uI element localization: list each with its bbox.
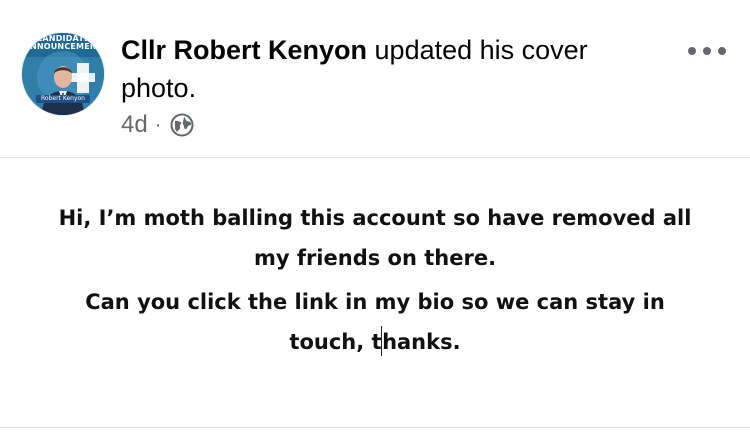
- cover-text-line: Can you click the link in my bio so we c…: [85, 290, 665, 314]
- more-dot-icon: [703, 47, 711, 55]
- post-header: CANDIDATE ANNOUNCEMENT Robert Kenyon Cll…: [0, 0, 750, 157]
- cover-paragraph-1: Hi, I’m moth balling this account so hav…: [0, 198, 750, 278]
- cover-text-line: touch, thanks.: [0, 322, 750, 362]
- cover-photo-image[interactable]: Hi, I’m moth balling this account so hav…: [0, 158, 750, 427]
- cover-paragraph-2: Can you click the link in my bio so we c…: [0, 282, 750, 362]
- more-dot-icon: [688, 47, 696, 55]
- post-headline: Cllr Robert Kenyon updated his cover pho…: [121, 31, 661, 107]
- divider: [0, 427, 750, 428]
- avatar-banner-text: CANDIDATE ANNOUNCEMENT: [23, 34, 103, 51]
- avatar[interactable]: CANDIDATE ANNOUNCEMENT Robert Kenyon: [22, 33, 104, 115]
- author-name-link[interactable]: Cllr Robert Kenyon: [121, 35, 367, 65]
- more-options-button[interactable]: [688, 41, 726, 61]
- cover-text-line: Hi, I’m moth balling this account so hav…: [58, 206, 692, 230]
- globe-icon[interactable]: [170, 113, 194, 137]
- meta-separator: ·: [154, 113, 162, 136]
- cover-text-fragment: touch, t: [289, 330, 382, 354]
- post-meta: 4d ·: [121, 110, 194, 140]
- more-dot-icon: [718, 47, 726, 55]
- cover-text-fragment: hanks.: [382, 330, 461, 354]
- avatar-name-tag: Robert Kenyon: [36, 95, 90, 103]
- cover-text-line: my friends on there.: [253, 246, 497, 270]
- post-timestamp[interactable]: 4d: [121, 111, 148, 139]
